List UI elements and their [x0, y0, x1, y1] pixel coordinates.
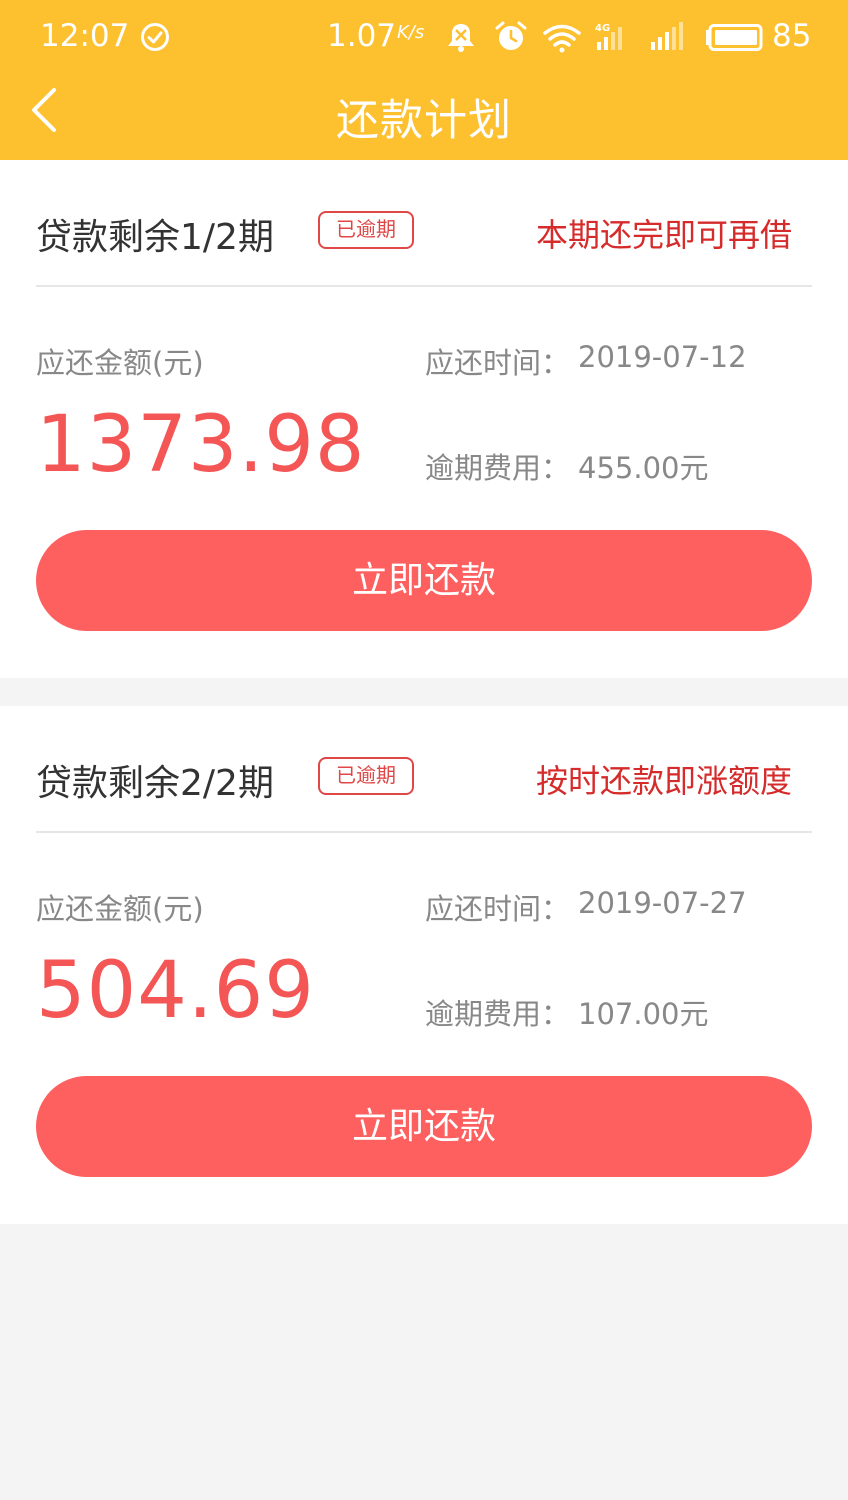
divider	[36, 285, 812, 287]
status-bar: 12:07 1.07 K/s 4G 85	[0, 0, 848, 75]
amount-value: 1373.98	[36, 400, 366, 490]
wifi-icon	[543, 24, 581, 53]
app-header: 12:07 1.07 K/s 4G 85 还款计划	[0, 0, 848, 160]
overdue-fee-label: 逾期费用：	[425, 997, 571, 1031]
page-title: 还款计划	[336, 96, 512, 146]
network-speed-unit: K/s	[397, 22, 425, 43]
mute-bell-icon	[448, 24, 474, 52]
due-date-label: 应还时间：	[425, 892, 571, 926]
overdue-badge: 已逾期	[318, 757, 414, 795]
signal-icon	[651, 22, 683, 50]
status-icons: 4G	[448, 21, 683, 53]
signal-4g-icon: 4G	[595, 23, 622, 50]
due-date-value: 2019-07-12	[578, 340, 747, 374]
amount-label: 应还金额(元)	[36, 892, 204, 926]
repayment-tip: 本期还完即可再借	[535, 216, 792, 254]
status-time: 12:07	[40, 18, 130, 54]
check-circle-icon	[141, 23, 169, 51]
repay-now-button[interactable]: 立即还款	[36, 530, 812, 631]
installment-title: 贷款剩余1/2期	[36, 217, 274, 258]
network-speed: 1.07	[327, 18, 397, 54]
overdue-fee-label: 逾期费用：	[425, 451, 571, 485]
due-date-value: 2019-07-27	[578, 886, 747, 920]
overdue-fee-value: 107.00元	[578, 997, 709, 1031]
installment-title: 贷款剩余2/2期	[36, 763, 274, 804]
battery-level: 85	[772, 18, 812, 54]
amount-value: 504.69	[36, 946, 315, 1036]
svg-text:4G: 4G	[595, 23, 610, 34]
due-date-label: 应还时间：	[425, 346, 571, 380]
battery-icon	[706, 24, 763, 51]
repayment-card: 贷款剩余2/2期 已逾期 按时还款即涨额度 应还金额(元) 504.69 应还时…	[0, 706, 848, 1224]
repayment-card: 贷款剩余1/2期 已逾期 本期还完即可再借 应还金额(元) 1373.98 应还…	[0, 160, 848, 678]
repayment-tip: 按时还款即涨额度	[535, 762, 792, 800]
repay-now-button[interactable]: 立即还款	[36, 1076, 812, 1177]
overdue-fee-value: 455.00元	[578, 451, 709, 485]
amount-label: 应还金额(元)	[36, 346, 204, 380]
divider	[36, 831, 812, 833]
overdue-badge: 已逾期	[318, 211, 414, 249]
alarm-icon	[495, 21, 527, 50]
